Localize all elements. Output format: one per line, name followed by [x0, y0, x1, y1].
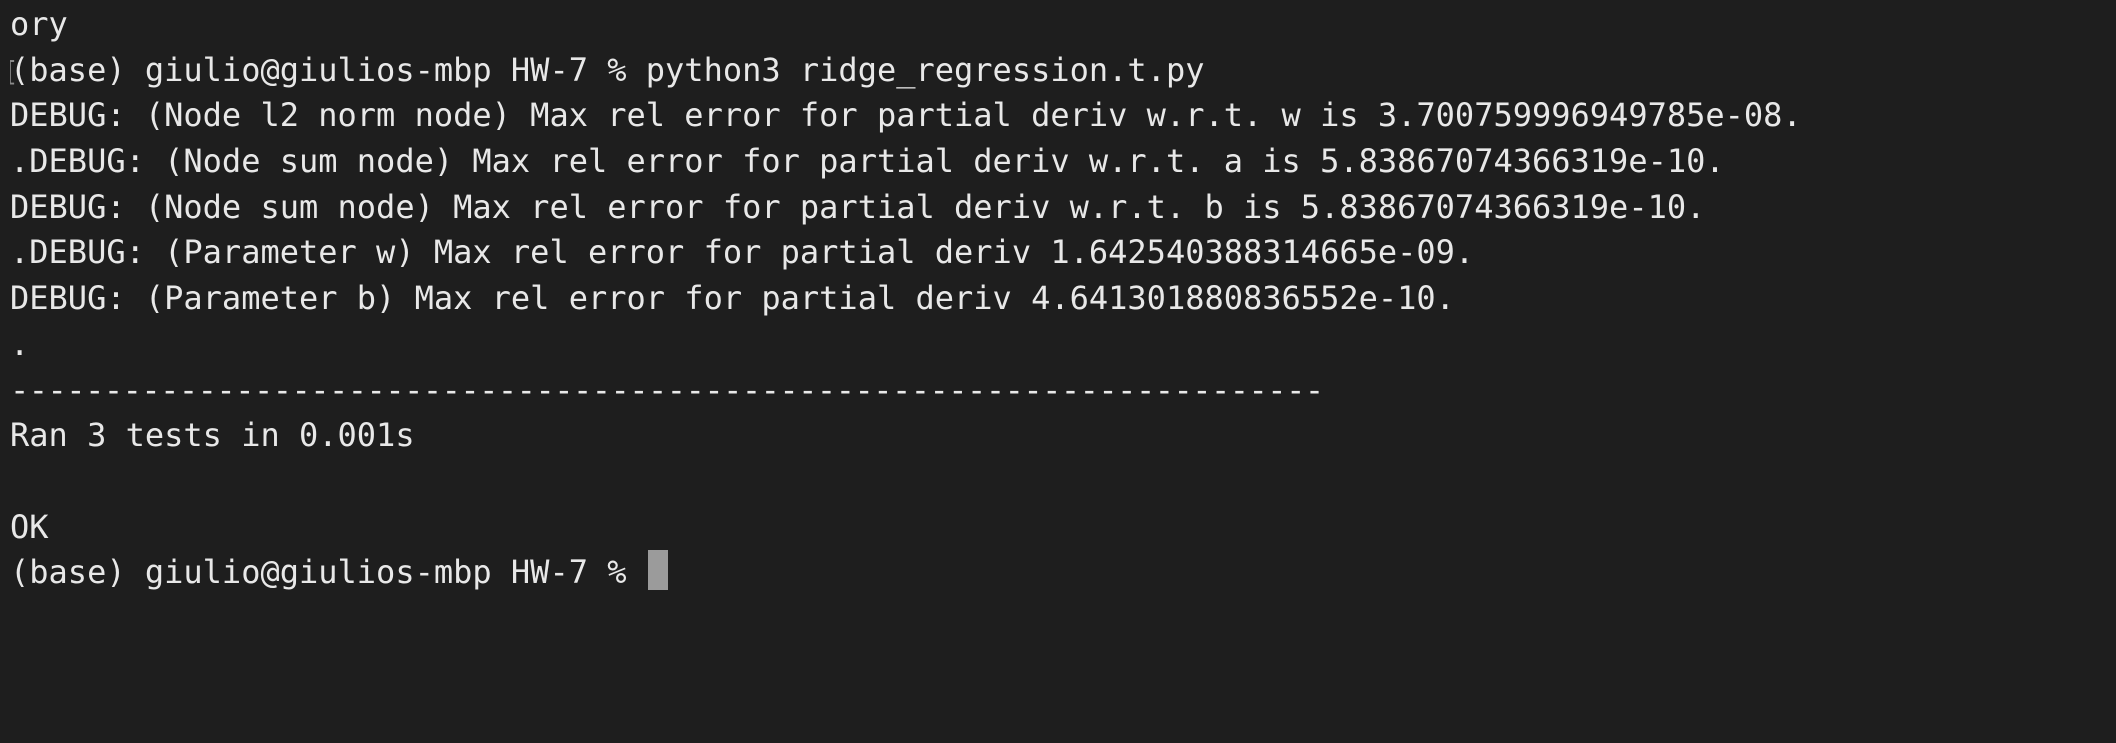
command-text: (base) giulio@giulios-mbp HW-7 % python3… — [10, 50, 1205, 89]
output-line-partial: ory — [10, 5, 68, 43]
test-summary-line: Ran 3 tests in 0.001s — [10, 416, 415, 455]
active-prompt-line[interactable]: (base) giulio@giulios-mbp HW-7 % — [10, 550, 2116, 596]
debug-line-param-b: DEBUG: (Parameter b) Max rel error for p… — [10, 279, 1455, 318]
command-line: [(base) giulio@giulios-mbp HW-7 % python… — [10, 48, 2116, 94]
debug-line-sum-a: .DEBUG: (Node sum node) Max rel error fo… — [10, 142, 1725, 181]
separator-line: ----------------------------------------… — [10, 370, 1324, 409]
test-dot-line: . — [10, 324, 30, 363]
terminal-window[interactable]: ory [(base) giulio@giulios-mbp HW-7 % py… — [0, 0, 2116, 743]
status-ok-line: OK — [10, 507, 49, 546]
debug-line-param-w: .DEBUG: (Parameter w) Max rel error for … — [10, 233, 1475, 272]
debug-line-l2-norm: DEBUG: (Node l2 norm node) Max rel error… — [10, 96, 1802, 135]
cursor-block-icon — [647, 550, 668, 591]
prompt-text: (base) giulio@giulios-mbp HW-7 % — [10, 553, 646, 592]
debug-line-sum-b: DEBUG: (Node sum node) Max rel error for… — [10, 187, 1706, 226]
